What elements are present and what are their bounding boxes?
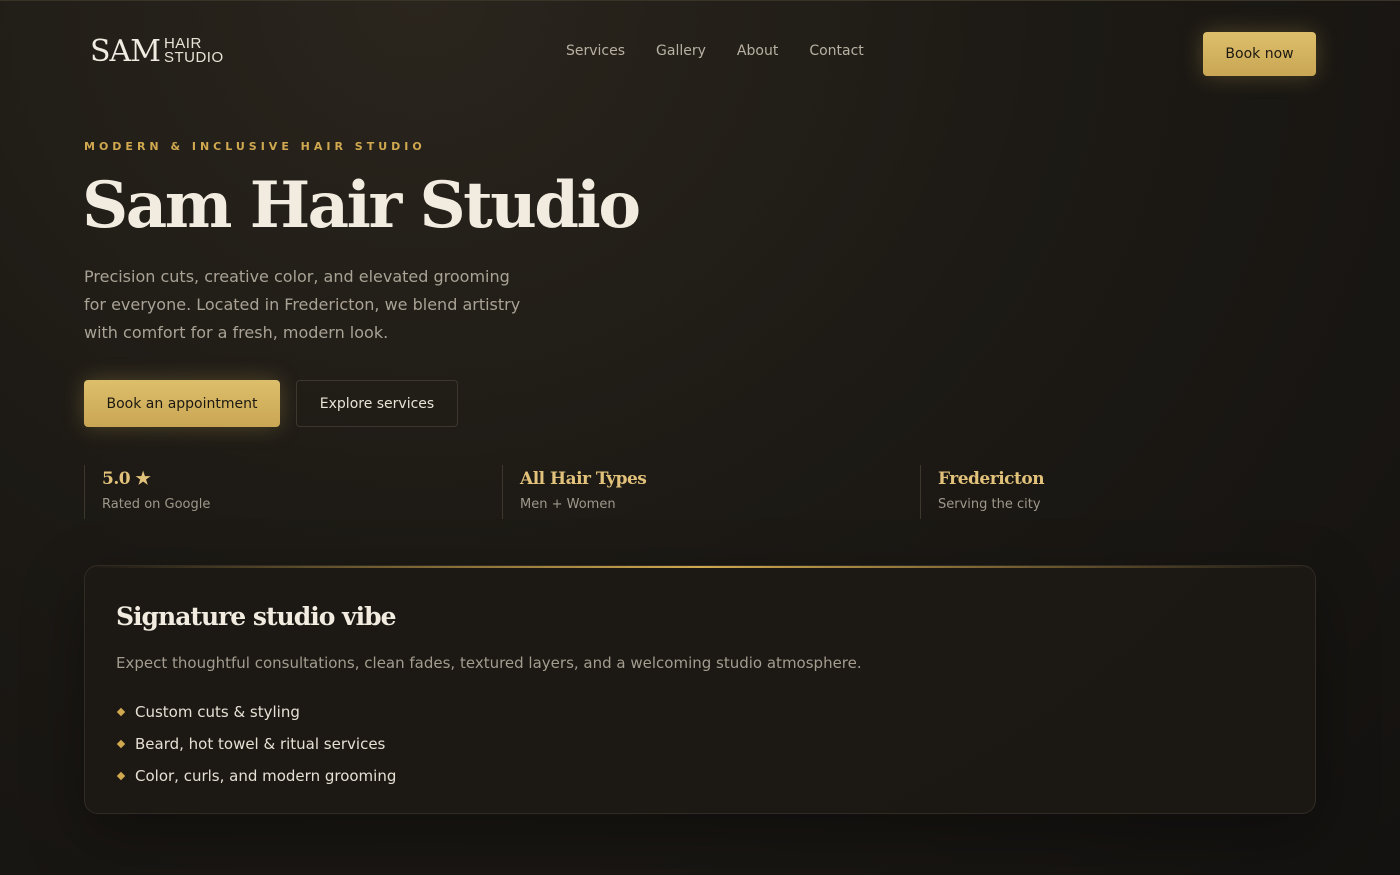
diamond-bullet-icon <box>116 771 126 781</box>
stat-value: Fredericton <box>938 469 1045 489</box>
list-item-text: Color, curls, and modern grooming <box>135 767 397 785</box>
list-item-text: Beard, hot towel & ritual services <box>135 735 386 753</box>
hero-cta-row: Book an appointment Explore services <box>84 380 458 427</box>
card-title: Signature studio vibe <box>116 602 396 631</box>
hero-eyebrow: MODERN & INCLUSIVE HAIR STUDIO <box>84 140 426 153</box>
logo-words: HAIR STUDIO <box>163 36 224 66</box>
book-appointment-button[interactable]: Book an appointment <box>84 380 280 427</box>
card-description: Expect thoughtful consultations, clean f… <box>116 654 862 672</box>
page-title: Sam Hair Studio <box>82 168 641 243</box>
main-nav: Services Gallery About Contact <box>566 43 864 59</box>
signature-card: Signature studio vibe Expect thoughtful … <box>84 565 1316 814</box>
list-item: Beard, hot towel & ritual services <box>116 728 396 760</box>
list-item: Custom cuts & styling <box>116 696 396 728</box>
nav-services[interactable]: Services <box>566 43 625 59</box>
logo[interactable]: SAM HAIR STUDIO <box>90 31 224 71</box>
card-feature-list: Custom cuts & styling Beard, hot towel &… <box>116 696 396 792</box>
explore-services-button[interactable]: Explore services <box>296 380 458 427</box>
stats-row: 5.0 ★ Rated on Google All Hair Types Men… <box>84 465 1338 519</box>
book-now-button[interactable]: Book now <box>1203 32 1316 76</box>
diamond-bullet-icon <box>116 707 126 717</box>
logo-word-studio: STUDIO <box>163 49 224 66</box>
nav-contact[interactable]: Contact <box>809 43 863 59</box>
stat-hair-types: All Hair Types Men + Women <box>502 465 920 519</box>
stat-value: All Hair Types <box>520 469 647 489</box>
list-item: Color, curls, and modern grooming <box>116 760 396 792</box>
stat-label: Rated on Google <box>102 497 211 512</box>
stat-value: 5.0 ★ <box>102 469 151 489</box>
nav-about[interactable]: About <box>737 43 778 59</box>
stat-location: Fredericton Serving the city <box>920 465 1338 519</box>
list-item-text: Custom cuts & styling <box>135 703 300 721</box>
nav-gallery[interactable]: Gallery <box>656 43 706 59</box>
hero-description: Precision cuts, creative color, and elev… <box>84 267 521 342</box>
diamond-bullet-icon <box>116 739 126 749</box>
site-header: SAM HAIR STUDIO Services Gallery About C… <box>0 0 1400 105</box>
stat-label: Men + Women <box>520 497 616 512</box>
logo-mark: SAM <box>90 33 161 69</box>
stat-label: Serving the city <box>938 497 1041 512</box>
stat-rating: 5.0 ★ Rated on Google <box>84 465 502 519</box>
